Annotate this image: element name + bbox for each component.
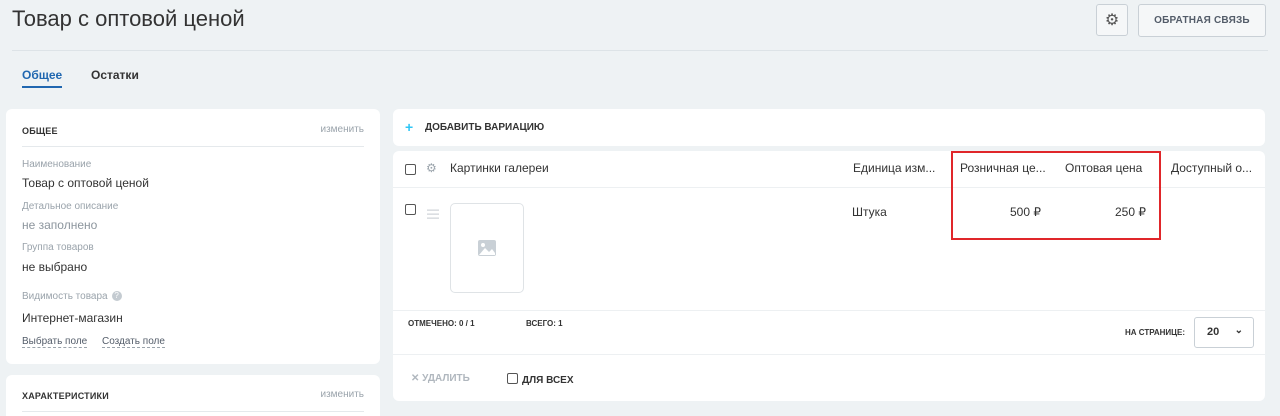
for-all-toggle[interactable]: ДЛЯ ВСЕХ bbox=[507, 373, 574, 386]
cell-unit[interactable]: Штука bbox=[852, 205, 887, 219]
column-header-gallery[interactable]: Картинки галереи bbox=[450, 161, 549, 175]
image-icon bbox=[478, 240, 496, 256]
field-value-group[interactable]: не выбрано bbox=[22, 260, 87, 274]
divider bbox=[393, 354, 1265, 355]
per-page-value: 20 bbox=[1207, 326, 1220, 338]
per-page-label: НА СТРАНИЦЕ: bbox=[1125, 328, 1186, 337]
column-header-available[interactable]: Доступный о... bbox=[1171, 161, 1252, 175]
plus-icon: + bbox=[405, 119, 414, 135]
field-label-description: Детальное описание bbox=[22, 201, 119, 212]
column-settings-gear-icon[interactable]: ⚙ bbox=[426, 161, 437, 175]
general-heading: ОБЩЕЕ bbox=[22, 126, 58, 136]
gear-icon: ⚙ bbox=[1104, 12, 1120, 29]
characteristics-heading: ХАРАКТЕРИСТИКИ bbox=[22, 391, 109, 401]
total-count: ВСЕГО: 1 bbox=[526, 319, 563, 328]
per-page-select[interactable]: 20 ⌄ bbox=[1194, 317, 1254, 348]
drag-handle-icon[interactable]: — — — bbox=[427, 203, 439, 223]
selected-value: 0 / 1 bbox=[458, 319, 475, 328]
field-label-group: Группа товаров bbox=[22, 242, 94, 253]
divider bbox=[22, 411, 364, 412]
characteristics-edit-link[interactable]: изменить bbox=[320, 389, 364, 400]
variations-grid: ⚙ Картинки галереи Единица изм... Рознич… bbox=[393, 151, 1265, 401]
field-value-description[interactable]: не заполнено bbox=[22, 218, 97, 232]
add-variation-button[interactable]: + ДОБАВИТЬ ВАРИАЦИЮ bbox=[393, 109, 1265, 146]
remove-button[interactable]: ✕ УДАЛИТЬ bbox=[411, 373, 470, 384]
field-value-visibility[interactable]: Интернет-магазин bbox=[22, 311, 123, 325]
total-value: 1 bbox=[558, 319, 563, 328]
divider bbox=[393, 310, 1265, 311]
divider bbox=[12, 50, 1268, 51]
total-label: ВСЕГО: bbox=[526, 319, 556, 328]
general-edit-link[interactable]: изменить bbox=[320, 124, 364, 135]
select-field-link[interactable]: Выбрать поле bbox=[22, 336, 88, 348]
create-field-link[interactable]: Создать поле bbox=[102, 336, 165, 348]
highlight-box bbox=[951, 151, 1161, 240]
row-checkbox[interactable] bbox=[405, 204, 416, 215]
selected-label: ОТМЕЧЕНО: bbox=[408, 319, 457, 328]
image-placeholder[interactable] bbox=[450, 203, 524, 293]
field-label-name: Наименование bbox=[22, 159, 92, 170]
help-icon[interactable]: ? bbox=[111, 291, 122, 302]
selected-count: ОТМЕЧЕНО: 0 / 1 bbox=[408, 319, 475, 328]
field-label-visibility: Видимость товара? bbox=[22, 291, 122, 302]
page-title: Товар с оптовой ценой bbox=[12, 6, 245, 31]
chevron-down-icon: ⌄ bbox=[1234, 325, 1243, 336]
field-label-visibility-text: Видимость товара bbox=[22, 291, 108, 302]
tab-stock[interactable]: Остатки bbox=[91, 68, 139, 82]
for-all-checkbox[interactable] bbox=[507, 373, 518, 384]
add-variation-label: ДОБАВИТЬ ВАРИАЦИЮ bbox=[425, 122, 545, 133]
characteristics-card: ХАРАКТЕРИСТИКИ изменить bbox=[6, 375, 380, 416]
column-header-unit[interactable]: Единица изм... bbox=[853, 161, 935, 175]
feedback-button[interactable]: ОБРАТНАЯ СВЯЗЬ bbox=[1138, 4, 1266, 37]
remove-label: УДАЛИТЬ bbox=[422, 373, 470, 384]
general-card: ОБЩЕЕ изменить Наименование Товар с опто… bbox=[6, 109, 380, 364]
settings-button[interactable]: ⚙ bbox=[1096, 4, 1128, 36]
select-all-checkbox[interactable] bbox=[405, 164, 416, 175]
divider bbox=[22, 146, 364, 147]
tab-general[interactable]: Общее bbox=[22, 68, 63, 88]
field-value-name[interactable]: Товар с оптовой ценой bbox=[22, 176, 149, 190]
for-all-label: ДЛЯ ВСЕХ bbox=[522, 375, 574, 386]
